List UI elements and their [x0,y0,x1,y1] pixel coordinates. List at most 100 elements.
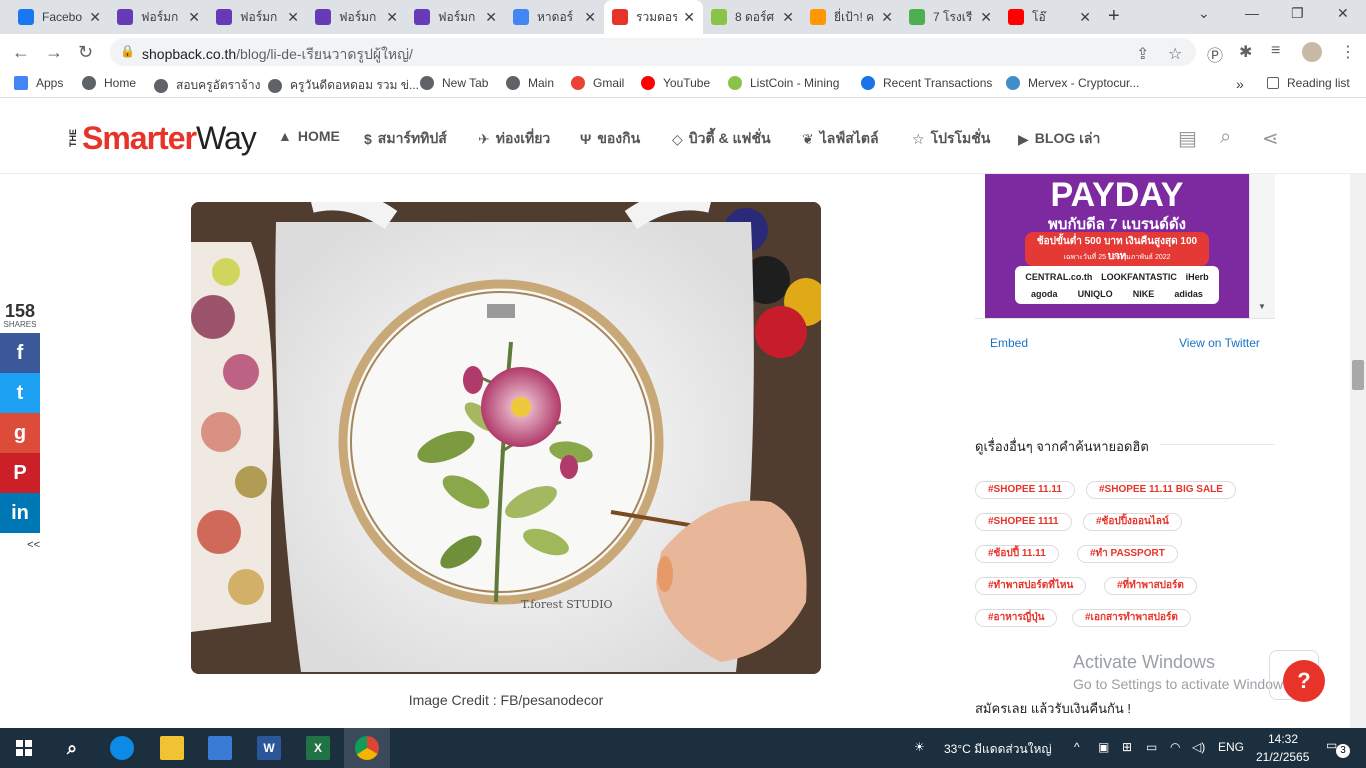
bookmark-item[interactable]: Main [506,76,554,90]
language-indicator[interactable]: ENG [1218,740,1244,754]
excel-icon[interactable]: X [306,736,330,760]
page-scrollbar[interactable] [1350,174,1366,728]
restore-icon[interactable]: ❐ [1291,5,1304,22]
weather-text[interactable]: 33°C มีแดดส่วนใหญ่ [944,740,1052,759]
tray-app-icon[interactable]: ▣ [1098,740,1109,754]
extensions-puzzle-icon[interactable]: ✱ [1239,42,1252,62]
bookmark-star-icon[interactable]: ☆ [1168,44,1182,64]
tab-close-icon[interactable]: ✕ [782,9,794,26]
tag-chip[interactable]: #ที่ทำพาสปอร์ต [1104,577,1197,595]
tray-app2-icon[interactable]: ⊞ [1122,740,1132,754]
more-bookmarks-button[interactable]: » [1236,76,1244,92]
tag-chip[interactable]: #ช้อปปี้ 11.11 [975,545,1059,563]
file-explorer-icon[interactable] [160,736,184,760]
nav-menu-item[interactable]: ✈ ท่องเที่ยว [478,128,550,150]
bookmark-item[interactable]: New Tab [420,76,488,90]
linkedin-share-button[interactable]: in [0,493,40,533]
bookmark-item[interactable]: ครูวันดีดอหดอม รวม ข่... [268,76,419,95]
pinterest-share-button[interactable]: P [0,453,40,493]
new-tab-button[interactable]: + [1108,5,1120,28]
tab-close-icon[interactable]: ✕ [1079,9,1091,26]
tab-close-icon[interactable]: ✕ [188,9,200,26]
browser-tab[interactable]: 8 ดอร์ศ ✕ [703,0,802,34]
nav-menu-item[interactable]: ▶ BLOG เล่า [1018,128,1100,150]
search-icon[interactable]: ⌕ [1220,126,1231,149]
tab-close-icon[interactable]: ✕ [881,9,893,26]
tag-chip[interactable]: #SHOPEE 11.11 [975,481,1075,499]
chrome-icon[interactable] [355,736,379,760]
embed-link[interactable]: Embed [990,336,1028,350]
word-icon[interactable]: W [257,736,281,760]
bookmark-item[interactable]: Apps [14,76,63,90]
store-icon[interactable] [208,736,232,760]
bookmark-item[interactable]: Gmail [571,76,624,90]
share-icon[interactable]: ⋖ [1262,126,1279,151]
tab-close-icon[interactable]: ✕ [584,9,596,26]
twitter-share-button[interactable]: t [0,373,40,413]
view-on-twitter-link[interactable]: View on Twitter [1179,336,1260,350]
profile-avatar[interactable] [1302,42,1322,62]
ad-scrollbar[interactable]: ▼ [1249,174,1275,318]
volume-icon[interactable]: ◁) [1192,740,1205,754]
windows-start-icon[interactable] [12,736,36,760]
close-window-icon[interactable]: ✕ [1337,5,1349,22]
bookmark-item[interactable]: Mervex - Cryptocur... [1006,76,1139,90]
battery-icon[interactable]: ▭ [1146,740,1157,754]
browser-tab[interactable]: รวมดอร ✕ [604,0,703,34]
edge-icon[interactable] [110,736,134,760]
site-logo[interactable]: THE Smarter Way [68,120,257,156]
tag-chip[interactable]: #ทำพาสปอร์ตที่ไหน [975,577,1087,595]
nav-menu-item[interactable]: ▲ HOME [278,128,340,144]
minimize-icon[interactable]: — [1245,5,1259,21]
nav-menu-item[interactable]: Ψ ของกิน [580,128,640,150]
share-page-icon[interactable]: ⇪ [1136,44,1149,64]
browser-tab[interactable]: โอ๊ ✕ [1000,0,1099,34]
browser-tab[interactable]: ฟอร์มก ✕ [307,0,406,34]
media-control-icon[interactable]: ≡ [1271,42,1280,60]
clock-date[interactable]: 21/2/2565 [1256,750,1309,764]
weather-sun-icon[interactable]: ☀ [914,740,925,754]
bookmark-item[interactable]: YouTube [641,76,710,90]
pinterest-extension-icon[interactable]: Ⓟ [1207,42,1223,66]
bookmark-item[interactable]: Recent Transactions [861,76,992,90]
bookmark-item[interactable]: สอบครูอัตราจ้าง [154,76,260,95]
clock-time[interactable]: 14:32 [1268,732,1298,746]
menu-dots-icon[interactable]: ⋮ [1340,42,1356,62]
tab-search-icon[interactable]: ⌄ [1198,5,1210,22]
nav-menu-item[interactable]: ❦ ไลฟ์สไตล์ [802,128,879,150]
facebook-share-button[interactable]: f [0,333,40,373]
browser-tab[interactable]: หาดอร์ ✕ [505,0,604,34]
share-collapse-button[interactable]: << [0,539,40,551]
forward-icon[interactable]: → [45,42,63,63]
browser-tab[interactable]: ฟอร์มก ✕ [208,0,307,34]
browser-tab[interactable]: ฟอร์มก ✕ [109,0,208,34]
bookmark-item[interactable]: Home [82,76,136,90]
bookmark-item[interactable]: ListCoin - Mining [728,76,839,90]
nav-menu-item[interactable]: ◇ บิวตี้ & แฟชั่น [672,128,771,150]
tag-chip[interactable]: #ทำ PASSPORT [1077,545,1178,563]
browser-tab[interactable]: ฟอร์มก ✕ [406,0,505,34]
browser-tab[interactable]: Facebo ✕ [10,0,109,34]
nav-menu-item[interactable]: $ สมาร์ททิปส์ [364,128,447,150]
reload-icon[interactable]: ↻ [78,42,93,63]
scroll-down-arrow-icon[interactable]: ▼ [1258,302,1266,311]
tag-chip[interactable]: #ช้อปปิ้งออนไลน์ [1083,513,1182,531]
tag-chip[interactable]: #SHOPEE 11.11 BIG SALE [1086,481,1236,499]
tab-close-icon[interactable]: ✕ [89,9,101,26]
tag-chip[interactable]: #อาหารญี่ปุ่น [975,609,1058,627]
help-question-button[interactable]: ? [1283,660,1325,702]
tab-close-icon[interactable]: ✕ [980,9,992,26]
lock-icon[interactable]: 🔒 [120,44,135,58]
page-scrollbar-thumb[interactable] [1352,360,1364,390]
browser-tab[interactable]: ยี่เป้า! ค ✕ [802,0,901,34]
tab-close-icon[interactable]: ✕ [683,9,695,26]
browser-tab[interactable]: 7 โรงเรี ✕ [901,0,1000,34]
tab-close-icon[interactable]: ✕ [287,9,299,26]
google-plus-share-button[interactable]: g [0,413,40,453]
wifi-icon[interactable]: ◠ [1170,740,1180,754]
tray-overflow-icon[interactable]: ^ [1074,740,1080,754]
reading-list-button[interactable]: Reading list [1267,76,1350,90]
nav-menu-item[interactable]: ☆ โปรโมชั่น [912,128,990,150]
book-icon[interactable]: ▤ [1178,126,1197,151]
address-bar[interactable]: 🔒 shopback.co.th/blog/li-de-เรียนวาดรูปผ… [110,38,1196,66]
